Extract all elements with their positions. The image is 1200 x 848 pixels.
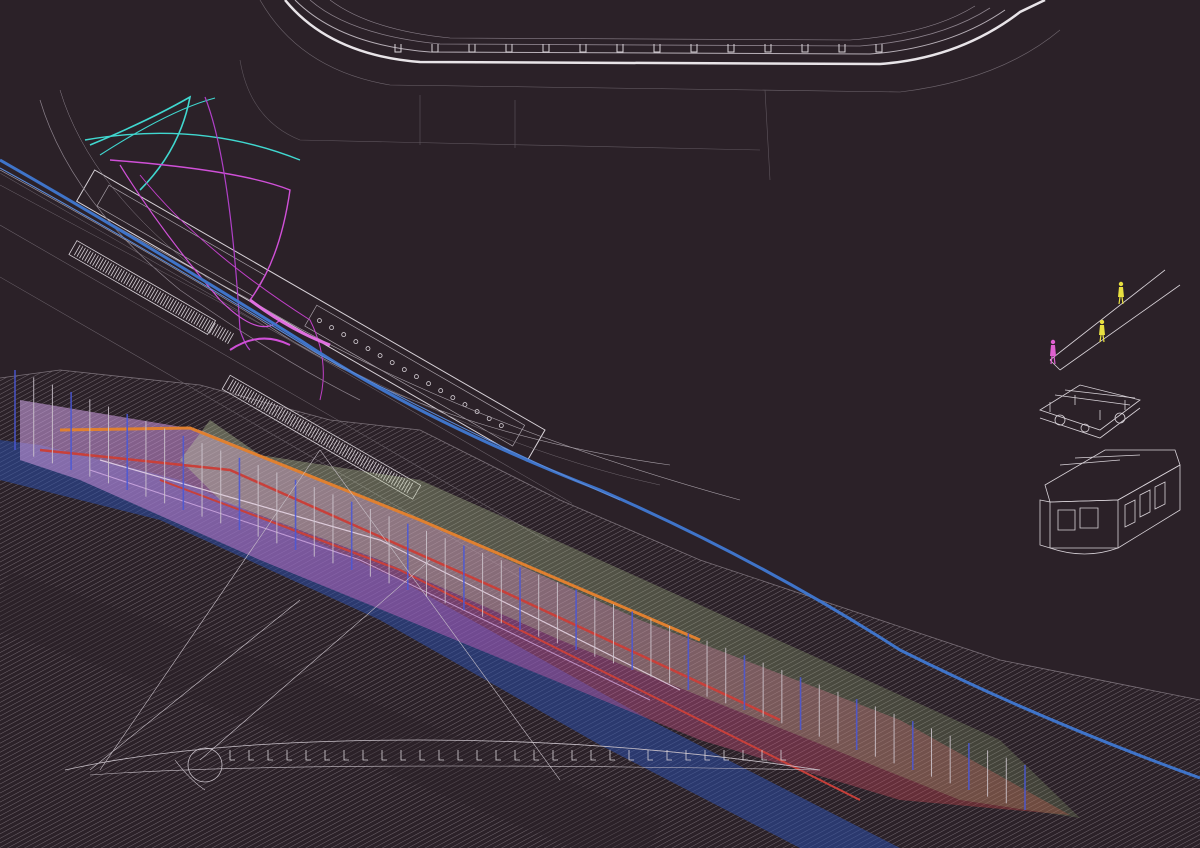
train-carriage-drawing (1039, 449, 1181, 555)
top-plan-drawing (239, 0, 1061, 181)
person-figure-pink (1050, 339, 1056, 365)
person-figure-yellow-1 (1118, 281, 1124, 305)
architectural-collage (0, 0, 1200, 848)
drawing-canvas (0, 0, 1200, 848)
person-figure-yellow-2 (1099, 319, 1105, 343)
people-diagram (1049, 269, 1181, 371)
bogie-drawing (1039, 384, 1141, 439)
